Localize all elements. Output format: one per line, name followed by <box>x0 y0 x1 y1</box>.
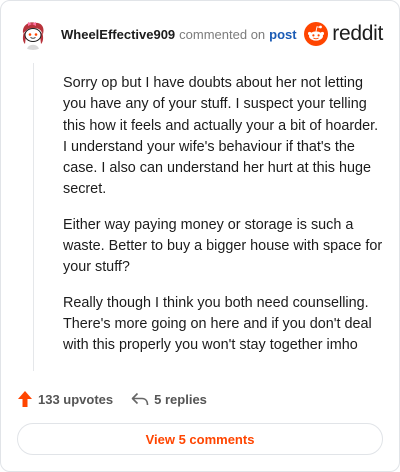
commented-on-text: commented on <box>179 26 266 42</box>
reddit-logo-icon <box>304 22 329 46</box>
comment-header: WheelEffective909 commented on post redd… <box>17 17 383 51</box>
upvote-count: 133 upvotes <box>38 391 114 407</box>
replies-button[interactable]: 5 replies <box>131 392 207 407</box>
thread-line <box>33 63 34 371</box>
comment-paragraph-1: Sorry op but I have doubts about her not… <box>63 75 379 198</box>
upvote-button[interactable]: 133 upvotes <box>17 390 113 408</box>
comment-actions: 133 upvotes 5 replies <box>17 389 207 409</box>
replies-count: 5 replies <box>154 391 207 407</box>
user-avatar[interactable] <box>17 18 49 50</box>
comment-body: Sorry op but I have doubts about her not… <box>63 73 385 371</box>
reply-arrow-icon <box>131 392 149 406</box>
snoo-avatar-icon <box>17 18 49 50</box>
post-link[interactable]: post <box>269 27 296 42</box>
comment-meta: WheelEffective909 commented on post <box>61 27 297 42</box>
comment-paragraph-2: Either way paying money or storage is su… <box>63 216 383 276</box>
reddit-brand[interactable]: reddit <box>304 22 383 46</box>
author-username[interactable]: WheelEffective909 <box>61 27 175 42</box>
view-comments-button[interactable]: View 5 comments <box>17 423 383 455</box>
upvote-arrow-icon <box>18 391 32 407</box>
reddit-wordmark: reddit <box>332 22 383 45</box>
comment-card: WheelEffective909 commented on post redd… <box>0 0 400 472</box>
comment-paragraph-3: Really though I think you both need coun… <box>63 294 372 354</box>
